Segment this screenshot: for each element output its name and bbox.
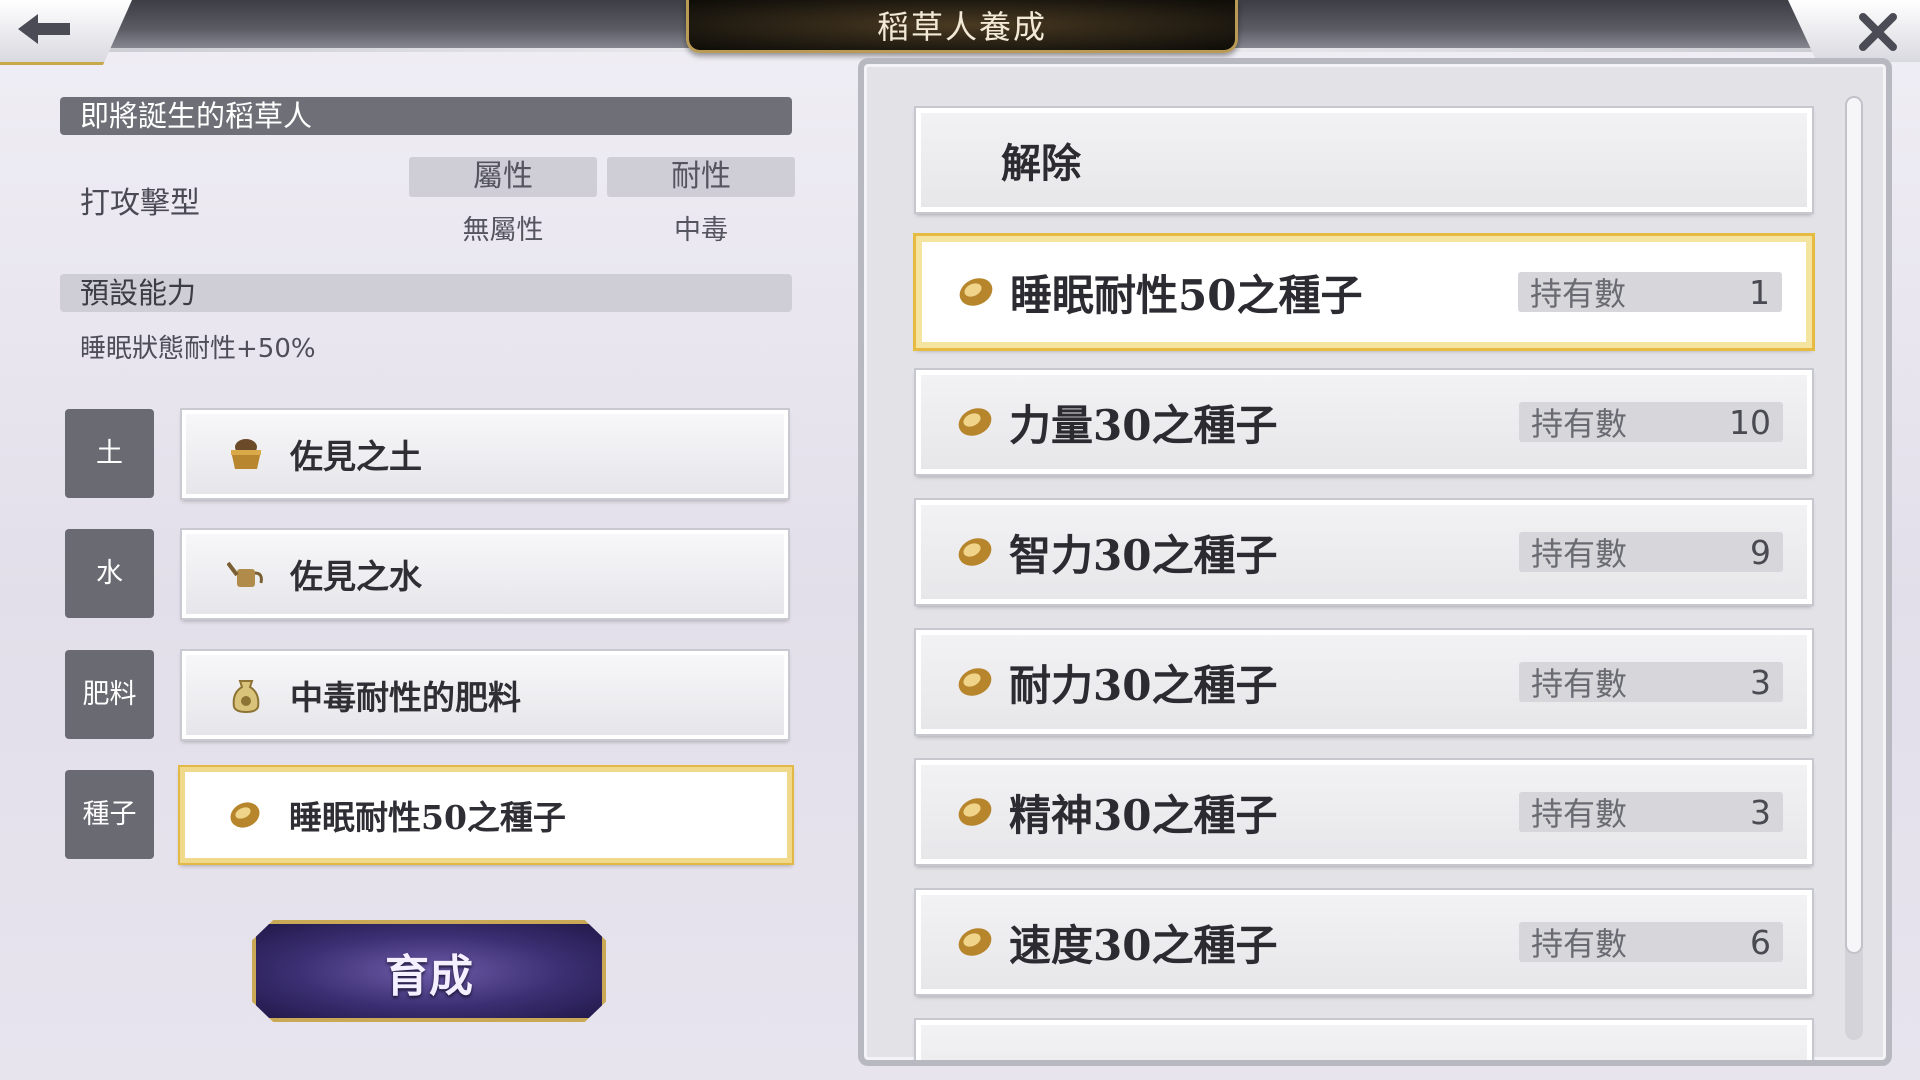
seed-icon xyxy=(955,922,995,962)
back-button[interactable] xyxy=(0,0,132,65)
seed-list-item[interactable]: 力量30之種子 持有數 10 xyxy=(914,368,1814,476)
seed-list-item[interactable]: 速度30之種子 持有數 6 xyxy=(914,888,1814,996)
seed-list-item[interactable]: 睡眠耐性50之種子 持有數 1 xyxy=(913,233,1815,351)
seed-list-item[interactable]: 智力30之種子 持有數 9 xyxy=(914,498,1814,606)
water-slot[interactable]: 佐見之水 xyxy=(180,528,790,620)
fertilizer-slot[interactable]: 中毒耐性的肥料 xyxy=(180,649,790,741)
page-title: 稻草人養成 xyxy=(876,8,1047,46)
slot-tag-fertilizer: 肥料 xyxy=(65,650,154,739)
page-title-plate: 稻草人養成 xyxy=(686,0,1238,53)
seed-icon xyxy=(955,662,995,702)
seed-list-scrollbar[interactable] xyxy=(1845,96,1863,1040)
slot-tag-water: 水 xyxy=(65,529,154,618)
fertilizer-bag-icon xyxy=(226,675,266,715)
seed-icon xyxy=(955,402,995,442)
grow-button[interactable]: 育成 xyxy=(244,912,614,1030)
owned-count-value: 10 xyxy=(1729,402,1771,442)
owned-count-label: 持有數 xyxy=(1531,405,1628,443)
upcoming-scarecrow-header: 即將誕生的稻草人 xyxy=(60,97,792,135)
scarecrow-type: 打攻擊型 xyxy=(80,186,200,221)
seed-slot-label: 睡眠耐性50之種子 xyxy=(289,798,566,837)
arrow-left-icon xyxy=(18,14,70,44)
water-slot-label: 佐見之水 xyxy=(290,557,422,596)
slot-tag-soil: 土 xyxy=(65,409,154,498)
owned-count-label: 持有數 xyxy=(1531,925,1628,963)
close-button[interactable] xyxy=(1788,0,1920,62)
attribute-value: 無屬性 xyxy=(462,215,544,246)
owned-count-value: 6 xyxy=(1750,922,1771,962)
owned-count-label: 持有數 xyxy=(1531,795,1628,833)
owned-count-value: 1 xyxy=(1749,272,1770,312)
seed-name: 力量30之種子 xyxy=(1009,400,1278,450)
default-ability-header: 預設能力 xyxy=(60,274,792,312)
seed-icon xyxy=(955,532,995,572)
owned-count: 持有數 9 xyxy=(1519,532,1783,573)
owned-count-value: 3 xyxy=(1750,662,1771,702)
soil-pot-icon xyxy=(226,434,266,474)
seed-name: 速度30之種子 xyxy=(1009,920,1278,970)
grow-button-label: 育成 xyxy=(385,951,473,1002)
owned-count-label: 持有數 xyxy=(1531,535,1628,573)
seed-list-item[interactable]: 耐力30之種子 持有數 3 xyxy=(914,628,1814,736)
seed-name: 智力30之種子 xyxy=(1009,530,1278,580)
seed-name: 睡眠耐性50之種子 xyxy=(1010,270,1363,320)
clear-label: 解除 xyxy=(1001,140,1081,187)
seed-list-item-partial[interactable] xyxy=(914,1018,1814,1060)
seed-icon xyxy=(955,792,995,832)
resistance-header: 耐性 xyxy=(607,157,795,197)
owned-count-value: 9 xyxy=(1750,532,1771,572)
seed-icon xyxy=(956,272,996,312)
soil-slot[interactable]: 佐見之土 xyxy=(180,408,790,500)
owned-count: 持有數 3 xyxy=(1519,792,1783,833)
owned-count: 持有數 3 xyxy=(1519,662,1783,703)
clear-selection-button[interactable]: 解除 xyxy=(914,106,1814,214)
owned-count: 持有數 1 xyxy=(1518,272,1782,313)
attribute-header: 屬性 xyxy=(409,157,597,197)
watering-can-icon xyxy=(226,554,266,594)
seed-name: 精神30之種子 xyxy=(1009,790,1278,840)
slot-tag-seed: 種子 xyxy=(65,770,154,859)
default-ability-text: 睡眠狀態耐性+50% xyxy=(80,334,316,364)
seed-list-item[interactable]: 精神30之種子 持有數 3 xyxy=(914,758,1814,866)
soil-slot-label: 佐見之土 xyxy=(290,437,422,476)
owned-count-value: 3 xyxy=(1750,792,1771,832)
resistance-value: 中毒 xyxy=(674,215,728,246)
owned-count: 持有數 10 xyxy=(1519,402,1783,443)
owned-count-label: 持有數 xyxy=(1530,275,1627,313)
close-icon xyxy=(1859,13,1897,51)
owned-count: 持有數 6 xyxy=(1519,922,1783,963)
seed-slot[interactable]: 睡眠耐性50之種子 xyxy=(178,765,794,865)
seed-icon xyxy=(225,795,265,835)
seed-list-panel: 解除 睡眠耐性50之種子 持有數 1 力量30之種子 持有數 10 智力30之種… xyxy=(858,58,1892,1066)
seed-name: 耐力30之種子 xyxy=(1009,660,1278,710)
owned-count-label: 持有數 xyxy=(1531,665,1628,703)
fertilizer-slot-label: 中毒耐性的肥料 xyxy=(290,678,521,717)
scrollbar-thumb[interactable] xyxy=(1845,96,1863,954)
